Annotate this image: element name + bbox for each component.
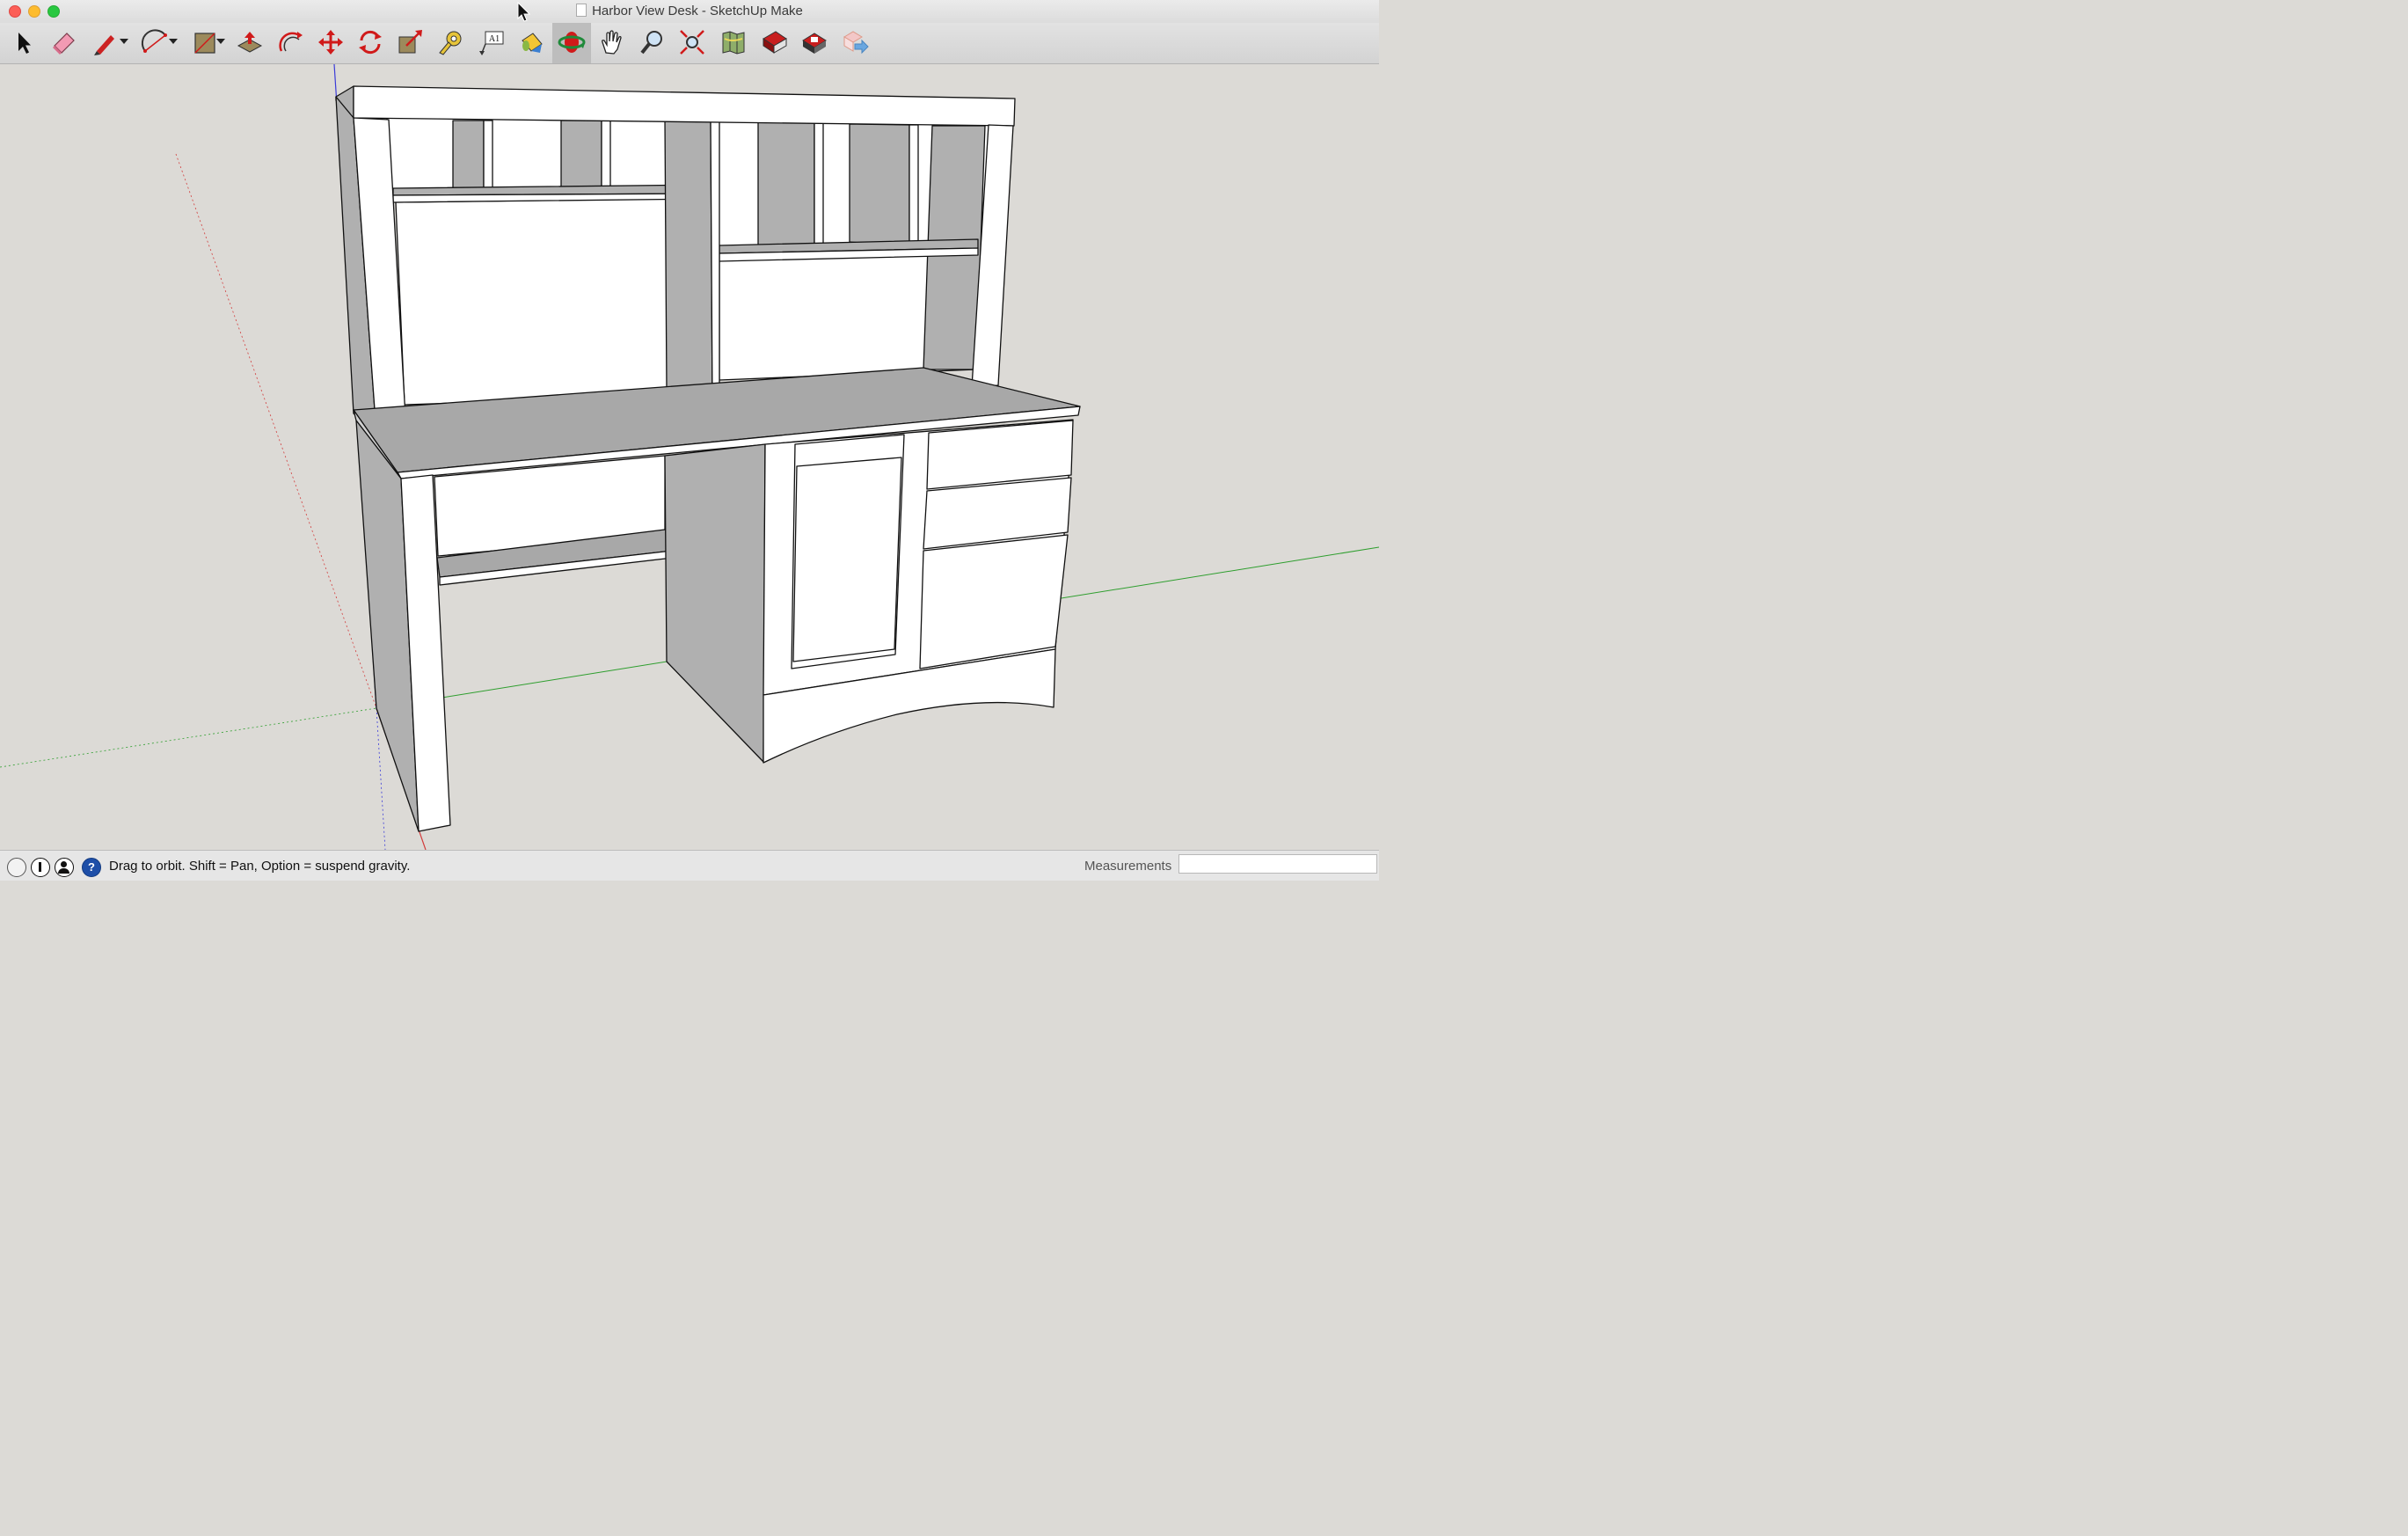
tape-measure-icon (439, 31, 462, 55)
extension-warehouse-icon (802, 33, 827, 54)
chevron-down-icon[interactable] (169, 39, 178, 44)
arc-icon (141, 29, 167, 53)
pedestal-inner-side (664, 443, 766, 763)
pan-tool-button[interactable] (593, 23, 631, 63)
offset-icon (279, 32, 303, 52)
rotate-icon (359, 30, 382, 55)
add-location-tool-button[interactable] (714, 23, 753, 63)
window-title-text: Harbor View Desk - SketchUp Make (592, 4, 803, 18)
measurements-label: Measurements (1084, 859, 1172, 874)
cabinet-door-panel (792, 457, 902, 662)
green-axis-dotted (0, 707, 377, 768)
hutch-center-divider-front (710, 120, 720, 407)
chevron-down-icon[interactable] (216, 39, 225, 44)
offset-tool-button[interactable] (271, 23, 310, 63)
status-bar: ? Drag to orbit. Shift = Pan, Option = s… (0, 850, 1379, 881)
zoom-extents-tool-button[interactable] (673, 23, 711, 63)
move-icon (318, 30, 343, 55)
toolbar: A1 (0, 23, 1379, 64)
eraser-icon (53, 33, 75, 55)
pencil-icon (94, 35, 114, 55)
rectangle-tool-button[interactable] (185, 23, 225, 63)
model-view[interactable] (0, 63, 1380, 851)
zoom-tool-button[interactable] (633, 23, 672, 63)
cubby-divider-2-front (601, 120, 611, 191)
scale-tool-button[interactable] (390, 23, 429, 63)
paint-bucket-tool-button[interactable] (512, 23, 551, 63)
cubby-divider-4-front (908, 124, 919, 249)
hutch-center-divider-side (664, 119, 713, 407)
title-bar: Harbor View Desk - SketchUp Make (0, 0, 1379, 23)
move-tool-button[interactable] (311, 23, 350, 63)
drawer-bottom[interactable] (919, 534, 1069, 669)
cubby-divider-3 (757, 121, 815, 249)
cubby-divider-1-front (483, 120, 493, 193)
paint-bucket-icon (522, 33, 543, 53)
scale-icon (398, 30, 422, 54)
line-tool-button[interactable] (84, 23, 128, 63)
arc-tool-button[interactable] (135, 23, 178, 63)
3d-warehouse-tool-button[interactable] (755, 23, 793, 63)
hutch-back-left-lower (395, 198, 669, 406)
tape-measure-tool-button[interactable] (431, 23, 470, 63)
user-icon[interactable] (55, 858, 74, 877)
push-pull-tool-button[interactable] (230, 23, 269, 63)
text-label-icon: A1 (479, 31, 504, 55)
share-model-icon (843, 31, 869, 55)
text-tool-button[interactable]: A1 (471, 23, 510, 63)
document-icon (576, 4, 587, 17)
chevron-down-icon[interactable] (120, 39, 128, 44)
orbit-icon (558, 32, 586, 53)
rectangle-icon (194, 33, 215, 54)
measurements-input[interactable] (1178, 854, 1377, 874)
cubby-divider-1 (452, 120, 485, 193)
cubby-divider-4 (849, 123, 910, 247)
cubby-divider-3-front (814, 122, 824, 251)
arrow-icon (18, 33, 31, 54)
mouse-cursor-icon (517, 2, 531, 22)
share-model-tool-button[interactable] (836, 23, 874, 63)
cubby-divider-2 (560, 120, 602, 191)
geo-location-icon[interactable] (7, 858, 26, 877)
extension-warehouse-tool-button[interactable] (795, 23, 834, 63)
status-hint-text: Drag to orbit. Shift = Pan, Option = sus… (109, 859, 411, 874)
credits-icon[interactable] (31, 858, 50, 877)
window-title: Harbor View Desk - SketchUp Make (0, 4, 1379, 18)
desk-model[interactable] (335, 85, 1081, 832)
svg-text:A1: A1 (489, 34, 500, 44)
hand-icon (602, 30, 622, 55)
select-tool-button[interactable] (4, 23, 42, 63)
model-viewport[interactable] (0, 63, 1380, 851)
eraser-tool-button[interactable] (44, 23, 83, 63)
zoom-extents-icon (680, 30, 704, 55)
orbit-tool-button[interactable] (552, 23, 591, 63)
magnifier-icon (640, 31, 662, 55)
help-icon[interactable]: ? (82, 858, 101, 877)
map-icon (722, 31, 745, 55)
rotate-tool-button[interactable] (351, 23, 390, 63)
warehouse-icon (763, 31, 787, 54)
push-pull-icon (237, 32, 263, 53)
